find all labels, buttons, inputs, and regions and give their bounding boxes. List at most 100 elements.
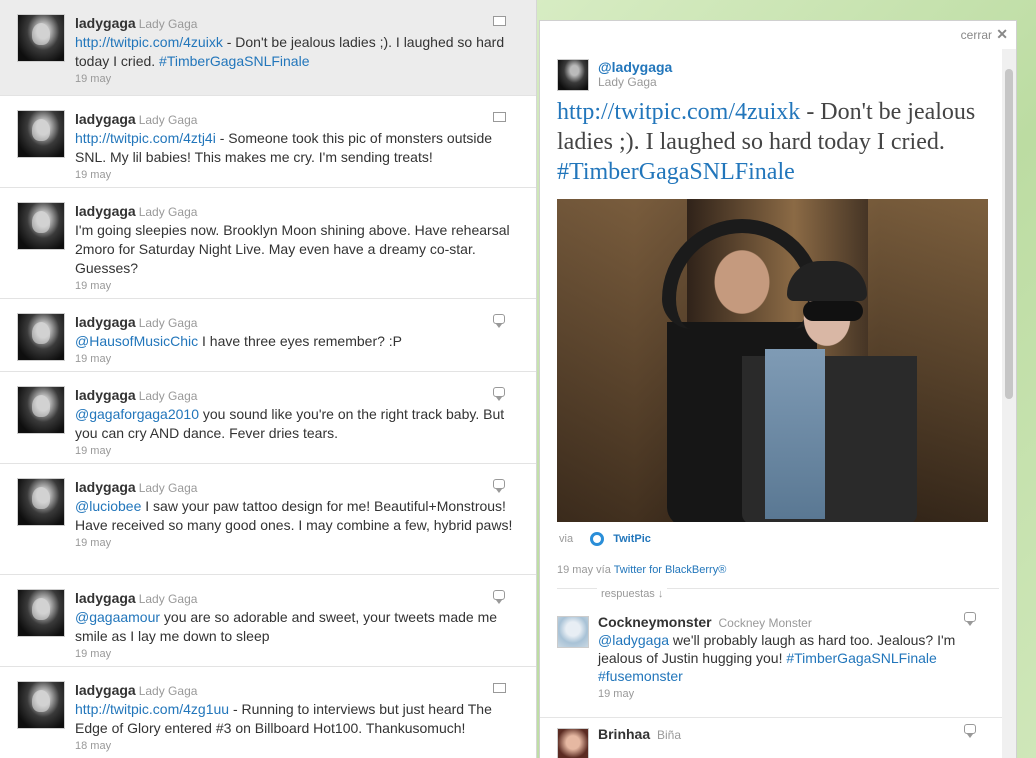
reply-item[interactable]: Brinhaa Biña [540,718,1016,758]
tweet-username[interactable]: ladygaga [75,203,136,219]
avatar[interactable] [557,59,589,91]
scrollbar-thumb[interactable] [1005,69,1013,399]
tweet-username[interactable]: ladygaga [75,15,136,31]
avatar[interactable] [17,313,65,361]
avatar[interactable] [17,202,65,250]
twitpic-link[interactable]: TwitPic [613,533,651,545]
via-row: via TwitPic [540,522,1016,554]
detail-header: @ladygaga Lady Gaga [540,49,1016,97]
avatar[interactable] [557,616,589,648]
close-row: cerrar ✕ [540,21,1016,49]
tweet-realname: Lady Gaga [138,316,198,330]
media-icon[interactable] [490,680,506,693]
tweet-item[interactable]: ladygaga Lady Gaga http://twitpic.com/4zg… [0,667,536,758]
reply-username[interactable]: Brinhaa [598,726,650,742]
tweet-text: @HausofMusicChic I have three eyes remem… [75,333,403,349]
tweet-username[interactable]: ladygaga [75,314,136,330]
tweet-item[interactable]: ladygaga Lady Gaga @luciobee I saw your p… [0,464,536,575]
mention-link[interactable]: @ladygaga [598,632,669,648]
reply-date[interactable]: 19 may [598,687,976,701]
tweet-date[interactable]: 19 may [75,536,516,550]
tweet-item[interactable]: ladygaga Lady Gaga @HausofMusicChic I hav… [0,299,536,372]
avatar[interactable] [17,681,65,729]
reply-icon[interactable] [493,590,505,604]
close-button[interactable]: cerrar [961,28,992,42]
tweet-date[interactable]: 19 may [75,168,516,182]
tweet-link[interactable]: http://twitpic.com/4zuixk [75,34,223,50]
tweet-link[interactable]: http://twitpic.com/4ztj4i [75,130,216,146]
tweet-realname: Lady Gaga [138,389,198,403]
detail-tweet-text: http://twitpic.com/4zuixk - Don't be jea… [557,99,976,185]
avatar[interactable] [557,728,589,758]
reply-icon[interactable] [493,314,505,328]
detail-username[interactable]: @ladygaga [598,60,1016,75]
tweet-text: I'm going sleepies now. Brooklyn Moon sh… [75,222,510,276]
tweet-item[interactable]: ladygaga Lady Gaga http://twitpic.com/4zt… [0,96,536,188]
tweet-date[interactable]: 19 may [75,72,516,86]
replies-label: respuestas ↓ [597,588,668,600]
mention-link[interactable]: @gagaforgaga2010 [75,406,199,422]
tweet-timeline[interactable]: ladygaga Lady Gaga http://twitpic.com/4zu… [0,0,537,758]
tweet-item[interactable]: ladygaga Lady Gaga I'm going sleepies now… [0,188,536,299]
tweet-username[interactable]: ladygaga [75,479,136,495]
tweet-realname: Lady Gaga [138,592,198,606]
reply-icon[interactable] [493,479,505,493]
mention-link[interactable]: @HausofMusicChic [75,333,198,349]
tweet-date[interactable]: 19 may [75,352,516,366]
avatar[interactable] [17,589,65,637]
tweet-text: @luciobee I saw your paw tattoo design f… [75,498,513,533]
tweet-text: http://twitpic.com/4zg1uu - Running to i… [75,701,492,736]
reply-username[interactable]: Cockneymonster [598,614,712,630]
hashtag-link[interactable]: #TimberGagaSNLFinale [557,159,795,185]
reply-realname: Biña [657,728,682,742]
tweet-photo[interactable] [557,199,988,522]
media-icon[interactable] [490,13,506,26]
mention-link[interactable]: @luciobee [75,498,141,514]
tweet-text: @gagaforgaga2010 you sound like you're o… [75,406,505,441]
detail-date[interactable]: 19 may [557,564,593,576]
reply-realname: Cockney Monster [718,616,812,630]
reply-text: @ladygaga we'll probably laugh as hard t… [598,632,956,684]
tweet-username[interactable]: ladygaga [75,682,136,698]
photo-scarf [765,349,825,519]
detail-scrollbar[interactable] [1002,49,1016,758]
tweet-realname: Lady Gaga [138,481,198,495]
client-link[interactable]: Twitter for BlackBerry® [614,564,727,576]
avatar[interactable] [17,14,65,62]
reply-icon[interactable] [964,724,976,738]
detail-realname: Lady Gaga [598,75,657,89]
tweet-link[interactable]: http://twitpic.com/4zuixk [557,99,800,125]
tweet-text: http://twitpic.com/4ztj4i - Someone took… [75,130,493,165]
mention-link[interactable]: @gagaamour [75,609,160,625]
reply-icon[interactable] [493,387,505,401]
tweet-text: @gagaamour you are so adorable and sweet… [75,609,498,644]
media-icon[interactable] [490,109,506,122]
photo-sunglasses [803,301,863,321]
tweet-realname: Lady Gaga [138,113,198,127]
tweet-realname: Lady Gaga [138,205,198,219]
tweet-detail-pane: cerrar ✕ @ladygaga Lady Gaga http://twit… [539,20,1017,758]
hashtag-link[interactable]: #TimberGagaSNLFinale [159,53,309,69]
twitpic-icon[interactable] [590,532,605,546]
tweet-username[interactable]: ladygaga [75,590,136,606]
tweet-username[interactable]: ladygaga [75,387,136,403]
tweet-date[interactable]: 19 may [75,444,516,458]
tweet-item[interactable]: ladygaga Lady Gaga http://twitpic.com/4zu… [0,0,536,96]
avatar[interactable] [17,386,65,434]
tweet-date[interactable]: 19 may [75,279,516,293]
tweet-meta: 19 may vía Twitter for BlackBerry® [540,554,1016,588]
via-prefix: vía [596,564,611,576]
tweet-date[interactable]: 19 may [75,647,516,661]
close-icon[interactable]: ✕ [996,26,1008,43]
tweet-realname: Lady Gaga [138,684,198,698]
avatar[interactable] [17,478,65,526]
reply-item[interactable]: Cockneymonster Cockney Monster @ladygaga… [540,606,1016,718]
avatar[interactable] [17,110,65,158]
via-label: via [559,532,574,545]
tweet-username[interactable]: ladygaga [75,111,136,127]
tweet-link[interactable]: http://twitpic.com/4zg1uu [75,701,229,717]
tweet-date[interactable]: 18 may [75,739,516,753]
reply-icon[interactable] [964,612,976,626]
tweet-item[interactable]: ladygaga Lady Gaga @gagaforgaga2010 you s… [0,372,536,464]
tweet-item[interactable]: ladygaga Lady Gaga @gagaamour you are so … [0,575,536,667]
